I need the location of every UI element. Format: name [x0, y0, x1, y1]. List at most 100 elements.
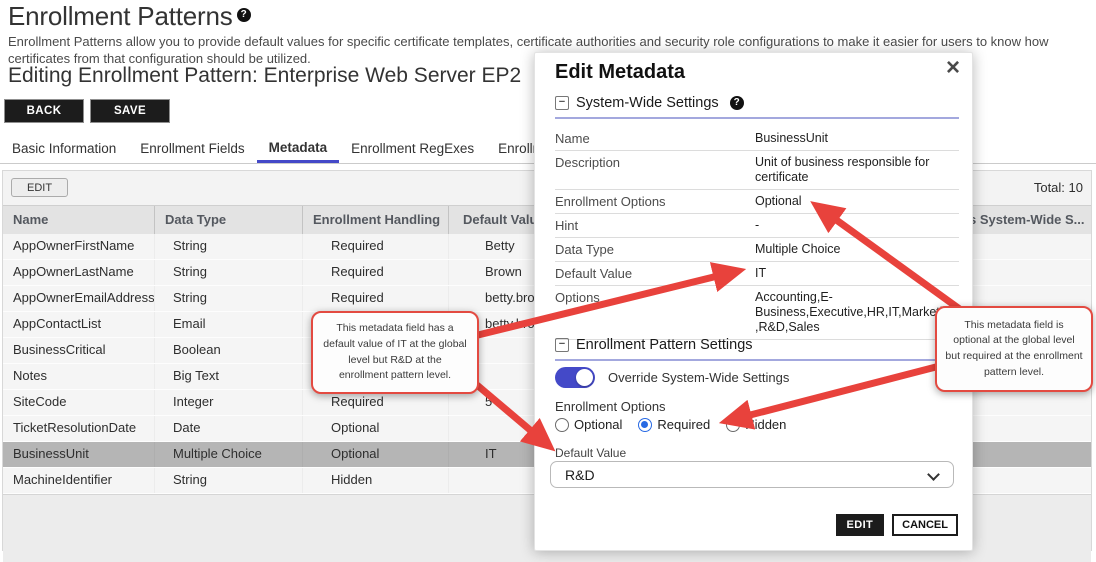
default-value-selected: R&D: [565, 467, 595, 483]
system-wide-field-row: Name BusinessUnit: [555, 127, 959, 151]
radio-circle-icon: [726, 418, 740, 432]
callout-default-value: This metadata field has a default value …: [311, 311, 479, 394]
radio-label: Hidden: [745, 417, 786, 432]
cell-enrollment-handling: Required: [302, 286, 448, 311]
cell-name: AppOwnerEmailAddress: [3, 286, 154, 311]
save-button[interactable]: SAVE: [90, 99, 170, 123]
cell-name: MachineIdentifier: [3, 468, 154, 493]
cell-data-type: Multiple Choice: [154, 442, 302, 467]
editing-pattern-subtitle: Editing Enrollment Pattern: Enterprise W…: [8, 64, 521, 88]
field-value: Multiple Choice: [755, 242, 959, 257]
cell-enrollment-handling: Required: [302, 234, 448, 259]
back-button[interactable]: BACK: [4, 99, 84, 123]
column-header-data-type[interactable]: Data Type: [154, 206, 302, 234]
total-count: Total: 10: [1034, 180, 1083, 195]
cell-name: AppOwnerLastName: [3, 260, 154, 285]
enrollment-options-label: Enrollment Options: [555, 399, 666, 414]
cell-system-wide: [964, 234, 1091, 259]
page-title: Enrollment Patterns?: [8, 1, 251, 32]
pattern-section-header: − Enrollment Pattern Settings: [555, 337, 753, 353]
radio-circle-icon: [638, 418, 652, 432]
cell-data-type: String: [154, 234, 302, 259]
cell-name: AppContactList: [3, 312, 154, 337]
cell-data-type: String: [154, 260, 302, 285]
radio-option[interactable]: Required: [638, 417, 710, 432]
system-wide-field-row: Description Unit of business responsible…: [555, 151, 959, 190]
override-toggle-row: Override System-Wide Settings: [555, 367, 789, 388]
system-wide-field-row: Enrollment Options Optional: [555, 190, 959, 214]
cell-system-wide: [964, 468, 1091, 493]
cell-enrollment-handling: Optional: [302, 442, 448, 467]
default-value-label: Default Value: [555, 446, 626, 460]
system-wide-field-row: Hint -: [555, 214, 959, 238]
system-wide-field-row: Default Value IT: [555, 262, 959, 286]
collapse-icon[interactable]: −: [555, 96, 569, 110]
system-wide-field-row: Options Accounting,E-Business,Executive,…: [555, 286, 959, 340]
column-header-system-wide[interactable]: s System-Wide S...: [964, 206, 1091, 234]
radio-label: Optional: [574, 417, 622, 432]
tab[interactable]: Enrollment Fields: [128, 136, 256, 163]
section-divider: [555, 117, 959, 119]
override-system-wide-toggle[interactable]: [555, 367, 595, 388]
modal-edit-button[interactable]: EDIT: [836, 514, 885, 536]
default-value-select[interactable]: R&D: [550, 461, 954, 488]
help-icon[interactable]: ?: [237, 8, 251, 22]
system-wide-section-title: System-Wide Settings: [576, 95, 719, 111]
cell-name: SiteCode: [3, 390, 154, 415]
cell-system-wide: [964, 442, 1091, 467]
cell-system-wide: [964, 416, 1091, 441]
radio-option[interactable]: Optional: [555, 417, 622, 432]
system-wide-section-header: − System-Wide Settings ?: [555, 95, 744, 111]
enrollment-options-radios: Optional Required Hidden: [555, 417, 786, 432]
modal-buttons: EDIT CANCEL: [836, 514, 959, 536]
pattern-section-title: Enrollment Pattern Settings: [576, 337, 753, 353]
cell-name: BusinessCritical: [3, 338, 154, 363]
field-value: Accounting,E-Business,Executive,HR,IT,Ma…: [755, 290, 959, 335]
field-value: IT: [755, 266, 959, 281]
close-icon[interactable]: ×: [946, 55, 960, 81]
cell-data-type: Integer: [154, 390, 302, 415]
cell-enrollment-handling: Optional: [302, 416, 448, 441]
tab[interactable]: Enrollment RegExes: [339, 136, 486, 163]
field-value: -: [755, 218, 959, 233]
cell-data-type: Big Text: [154, 364, 302, 389]
field-label: Description: [555, 155, 755, 185]
system-wide-field-row: Data Type Multiple Choice: [555, 238, 959, 262]
field-label: Options: [555, 290, 755, 335]
cell-data-type: Boolean: [154, 338, 302, 363]
page-title-text: Enrollment Patterns: [8, 1, 233, 31]
radio-label: Required: [657, 417, 710, 432]
collapse-icon[interactable]: −: [555, 338, 569, 352]
system-wide-fields: Name BusinessUnit Description Unit of bu…: [555, 127, 959, 340]
cell-enrollment-handling: Hidden: [302, 468, 448, 493]
edit-row-button[interactable]: EDIT: [11, 178, 68, 197]
field-value: BusinessUnit: [755, 131, 959, 146]
toggle-knob: [576, 369, 593, 386]
cell-enrollment-handling: Required: [302, 260, 448, 285]
cell-data-type: Date: [154, 416, 302, 441]
section-divider: [555, 359, 959, 361]
edit-metadata-modal: Edit Metadata × − System-Wide Settings ?…: [534, 52, 973, 551]
cell-data-type: Email: [154, 312, 302, 337]
cell-name: TicketResolutionDate: [3, 416, 154, 441]
enrollment-patterns-page: Enrollment Patterns? Enrollment Patterns…: [0, 0, 1096, 556]
radio-option[interactable]: Hidden: [726, 417, 786, 432]
field-value: Unit of business responsible for certifi…: [755, 155, 959, 185]
tab[interactable]: Basic Information: [0, 136, 128, 163]
modal-cancel-button[interactable]: CANCEL: [892, 514, 958, 536]
header-buttons: BACK SAVE: [4, 99, 170, 123]
chevron-down-icon: [927, 468, 940, 481]
help-icon[interactable]: ?: [730, 96, 744, 110]
cell-system-wide: [964, 390, 1091, 415]
cell-data-type: String: [154, 468, 302, 493]
field-label: Data Type: [555, 242, 755, 257]
tab[interactable]: Metadata: [257, 136, 340, 163]
column-header-name[interactable]: Name: [3, 206, 154, 234]
column-header-enrollment-handling[interactable]: Enrollment Handling: [302, 206, 448, 234]
cell-name: AppOwnerFirstName: [3, 234, 154, 259]
field-label: Default Value: [555, 266, 755, 281]
cell-system-wide: [964, 260, 1091, 285]
radio-circle-icon: [555, 418, 569, 432]
callout-enrollment-options: This metadata field is optional at the g…: [935, 306, 1093, 392]
cell-name: BusinessUnit: [3, 442, 154, 467]
